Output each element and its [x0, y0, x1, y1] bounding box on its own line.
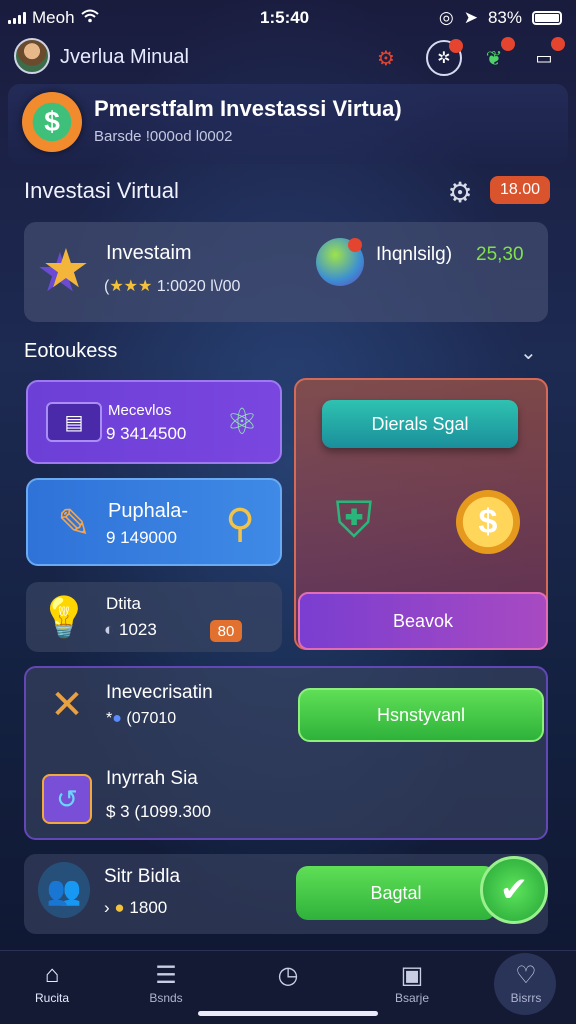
tile-data-title: Dtita — [106, 594, 141, 613]
item2-title: Inyrrah Sia — [106, 768, 198, 789]
book-button[interactable]: Beavok — [298, 592, 548, 650]
tab-clock[interactable]: ◷ — [248, 959, 328, 1015]
app-title: Jverlua Minual — [60, 46, 189, 68]
header-title: Pmerstfalm Investassi Virtua) — [94, 96, 402, 121]
clock-icon: ◷ — [277, 961, 299, 989]
tools-icon: ✕ — [50, 683, 84, 727]
chevron-down-icon[interactable]: ⌄ — [520, 340, 537, 365]
people-icon: 👥 — [38, 862, 90, 918]
tile-purple-title: Mecevlos — [108, 402, 172, 419]
wallet-icon: ▤ — [46, 402, 102, 442]
battery-percent: 83% — [487, 8, 522, 27]
heart-icon: ♡ — [515, 961, 537, 989]
coin-small-icon: ● — [114, 898, 125, 917]
robot-icon[interactable]: ⚙ — [368, 40, 404, 76]
item1-title: Inevecrisatin — [106, 682, 213, 703]
app-bar: Jverlua Minual ⚙ ✲ ❦ ▭ — [0, 36, 576, 80]
section-title: Investasi Virtual — [24, 178, 179, 203]
signal-icon — [8, 12, 26, 24]
tab-share[interactable]: ▣ Bsarje — [372, 959, 452, 1015]
tab-label: Bsnds — [149, 991, 183, 1005]
tab-label: Rucita — [34, 991, 69, 1005]
location-icon: ➤ — [463, 8, 478, 27]
tile-data-value: 1023 — [119, 620, 157, 639]
check-icon[interactable]: ✔ — [480, 856, 548, 924]
star-icon: ★ — [41, 238, 91, 299]
shield-check-icon: ⛨ — [335, 491, 373, 548]
tile-purple-value: 9 3414500 — [106, 424, 187, 443]
invest-button[interactable]: Hsnstyvanl — [298, 688, 544, 742]
holdings-value: 25,30 — [476, 244, 524, 265]
investment-title: Investaim — [106, 242, 192, 264]
status-right-group: ◎ ➤ 83% — [439, 8, 562, 28]
network-icon: ⚛ — [225, 401, 259, 442]
carrier-label: Meoh — [32, 8, 75, 27]
notification-badge — [501, 37, 515, 51]
chat-icon[interactable]: ▭ — [526, 37, 565, 76]
tile-data-value-row: ◐ 1023 — [104, 620, 157, 640]
notification-badge — [449, 39, 463, 53]
tab-home[interactable]: ⌂ Rucita — [12, 959, 92, 1015]
item2-value: $ 3 (1099.300 — [106, 802, 211, 821]
chart-box-icon: ↺ — [42, 774, 92, 824]
carrier-group: Meoh — [8, 8, 99, 28]
home-indicator — [198, 1011, 378, 1016]
tab-label: Bsarje — [394, 991, 429, 1005]
home-icon: ⌂ — [44, 961, 60, 988]
header-card: $ Pmerstfalm Investassi Virtua) Barsde !… — [8, 84, 568, 164]
alarm-icon: ◎ — [438, 8, 454, 27]
balance-badge: 18.00 — [490, 176, 550, 204]
gear-icon[interactable]: ⚙ — [444, 176, 476, 208]
bottom-value-row: › ● 1800 — [104, 898, 167, 918]
compass-icon[interactable]: ✲ — [426, 39, 463, 76]
rocket-icon: ✎ — [57, 502, 91, 546]
tab-label: Bisrrs — [510, 991, 542, 1005]
action-panel: Dierals Sgal ⛨ $ Beavok — [294, 378, 548, 650]
coin-small-icon: ◐ — [104, 620, 115, 639]
item1-value: (07010 — [126, 710, 177, 727]
tile-blue-value: 9 149000 — [106, 528, 177, 547]
globe-icon[interactable] — [316, 238, 364, 286]
rating-stars: ★★★ — [109, 278, 153, 295]
investment-subtitle-row: (★★★ 1:0020 l\/00 — [104, 276, 240, 296]
chevron-right-icon: › — [104, 898, 110, 917]
bottom-card: 👥 Sitr Bidla › ● 1800 Bagtal ✔ — [24, 854, 548, 934]
lower-card: ✕ Inevecrisatin *● (07010 ↺ Inyrrah Sia … — [24, 666, 548, 840]
shield-logo-icon: $ — [22, 92, 82, 152]
clock-time: 1:5:40 — [260, 8, 310, 27]
bagtal-button[interactable]: Bagtal — [296, 866, 496, 920]
list-header-title: Eotoukess — [24, 340, 118, 362]
camera-icon: ▣ — [400, 961, 424, 989]
dot-icon: ● — [112, 710, 122, 727]
investment-subtitle: 1:0020 l\/00 — [156, 278, 241, 295]
tile-blue[interactable]: ✎ Puphala- 9 149000 ⚲ — [26, 478, 282, 566]
avatar[interactable] — [14, 38, 50, 74]
tab-favorites[interactable]: ♡ Bisrrs — [486, 959, 566, 1015]
wifi-icon — [80, 8, 99, 28]
item1-value-row: *● (07010 — [106, 710, 176, 728]
header-subtitle: Barsde !000od l0002 — [94, 128, 233, 145]
notification-badge — [551, 37, 565, 51]
tab-bar: ⌂ Rucita ☰ Bsnds ◷ ▣ Bsarje ♡ Bisrrs — [0, 950, 576, 1024]
magnifier-icon: ⚲ — [225, 502, 255, 546]
lightbulb-icon: 💡 — [39, 595, 89, 640]
bottom-value: 1800 — [129, 898, 168, 917]
list-icon: ☰ — [155, 961, 177, 989]
investment-card[interactable]: ★ Investaim (★★★ 1:0020 l\/00 Ihqnlsilg)… — [24, 222, 548, 322]
details-button[interactable]: Dierals Sgal — [322, 400, 518, 448]
tile-blue-title: Puphala- — [108, 500, 189, 522]
bottom-title: Sitr Bidla — [104, 866, 181, 887]
status-bar: Meoh 1:5:40 ◎ ➤ 83% — [0, 0, 576, 34]
tab-bonds[interactable]: ☰ Bsnds — [126, 959, 206, 1015]
holdings-label: Ihqnlsilg) — [376, 244, 453, 265]
notification-badge — [348, 238, 362, 252]
tile-purple[interactable]: ▤ Mecevlos 9 3414500 ⚛ — [26, 380, 282, 464]
tile-data[interactable]: 💡 Dtita ◐ 1023 80 — [26, 582, 282, 652]
dollar-coin-icon: $ — [456, 490, 520, 554]
battery-icon — [532, 11, 562, 25]
leaf-icon[interactable]: ❦ — [476, 37, 515, 76]
tile-data-badge: 80 — [210, 620, 242, 642]
